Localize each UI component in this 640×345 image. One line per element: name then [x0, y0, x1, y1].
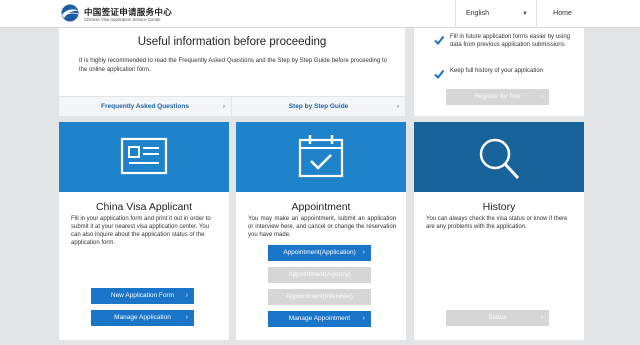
card-description: Fill in your application form and print …	[71, 216, 211, 246]
chevron-right-icon: ›	[540, 314, 543, 321]
globe-swoosh-icon	[61, 4, 79, 22]
card-description: You may make an appointment, submit an a…	[248, 216, 396, 238]
benefit-text: Fill in future application forms easier …	[450, 34, 571, 48]
register-panel: Fill in future application forms easier …	[414, 28, 584, 116]
card-description: You can always check the visa status or …	[426, 216, 568, 230]
appointment-application-label: Appointment(Application)	[283, 249, 356, 256]
chevron-down-icon: ▼	[522, 11, 528, 17]
language-selector[interactable]: English ▼	[455, 0, 537, 28]
site-logo[interactable]: 中国签证申请服务中心 Chinese Visa Application Serv…	[60, 3, 172, 25]
manage-appointment-label: Manage Appointment	[288, 315, 351, 322]
history-card: History You can always check the visa st…	[414, 122, 584, 340]
step-guide-link-label: Step by Step Guide	[288, 103, 349, 110]
info-links-bar: Frequently Asked Questions › Step by Ste…	[59, 96, 405, 117]
register-button[interactable]: Register for free ›	[446, 89, 549, 105]
appointment-card: Appointment You may make an appointment,…	[236, 122, 406, 340]
card-title: Appointment	[291, 201, 351, 213]
appointment-interview-button[interactable]: Appointment(Interview)	[268, 289, 371, 305]
visa-applicant-card: China Visa Applicant Fill in your applic…	[59, 122, 229, 340]
manage-application-button[interactable]: Manage Application ›	[91, 310, 194, 326]
chevron-right-icon: ›	[222, 103, 225, 110]
chevron-right-icon: ›	[540, 93, 543, 100]
appointment-interview-label: Appointment(Interview)	[286, 293, 353, 300]
benefit-text: Keep full history of your application	[450, 68, 544, 74]
appointment-application-button[interactable]: Appointment(Application) ›	[268, 245, 371, 261]
chevron-right-icon: ›	[396, 103, 399, 110]
card-title: China Visa Applicant	[95, 201, 193, 213]
card-banner	[414, 122, 584, 192]
top-navbar: 中国签证申请服务中心 Chinese Visa Application Serv…	[0, 0, 640, 28]
register-button-label: Register for free	[474, 93, 521, 100]
status-button[interactable]: Status ›	[446, 310, 549, 326]
magnifier-icon	[479, 138, 520, 180]
appointment-agency-label: Appointment(Agency)	[288, 271, 351, 278]
check-icon	[434, 35, 444, 45]
chevron-right-icon: ›	[362, 315, 365, 322]
calendar-check-icon	[298, 135, 344, 178]
logo-english-text: Chinese Visa Application Service Center	[84, 17, 161, 22]
check-icon	[434, 69, 444, 79]
card-title: History	[482, 201, 516, 213]
chevron-right-icon: ›	[185, 314, 188, 321]
faq-link[interactable]: Frequently Asked Questions ›	[59, 97, 232, 117]
appointment-agency-button[interactable]: Appointment(Agency)	[268, 267, 371, 283]
language-label: English	[466, 10, 489, 17]
info-title: Useful information before proceeding	[137, 36, 327, 48]
manage-application-label: Manage Application	[114, 314, 171, 321]
new-application-button[interactable]: New Application Form ›	[91, 288, 194, 304]
chevron-right-icon: ›	[362, 249, 365, 256]
id-card-icon	[120, 137, 168, 175]
card-banner	[59, 122, 229, 192]
chevron-right-icon: ›	[185, 292, 188, 299]
status-button-label: Status	[488, 314, 507, 321]
faq-link-label: Frequently Asked Questions	[101, 103, 189, 110]
new-application-label: New Application Form	[110, 292, 175, 299]
manage-appointment-button[interactable]: Manage Appointment ›	[268, 311, 371, 327]
card-banner	[236, 122, 406, 192]
info-text: It is highly recommended to read the Fre…	[79, 58, 387, 73]
step-guide-link[interactable]: Step by Step Guide ›	[232, 97, 405, 117]
home-link[interactable]: Home	[545, 0, 580, 28]
